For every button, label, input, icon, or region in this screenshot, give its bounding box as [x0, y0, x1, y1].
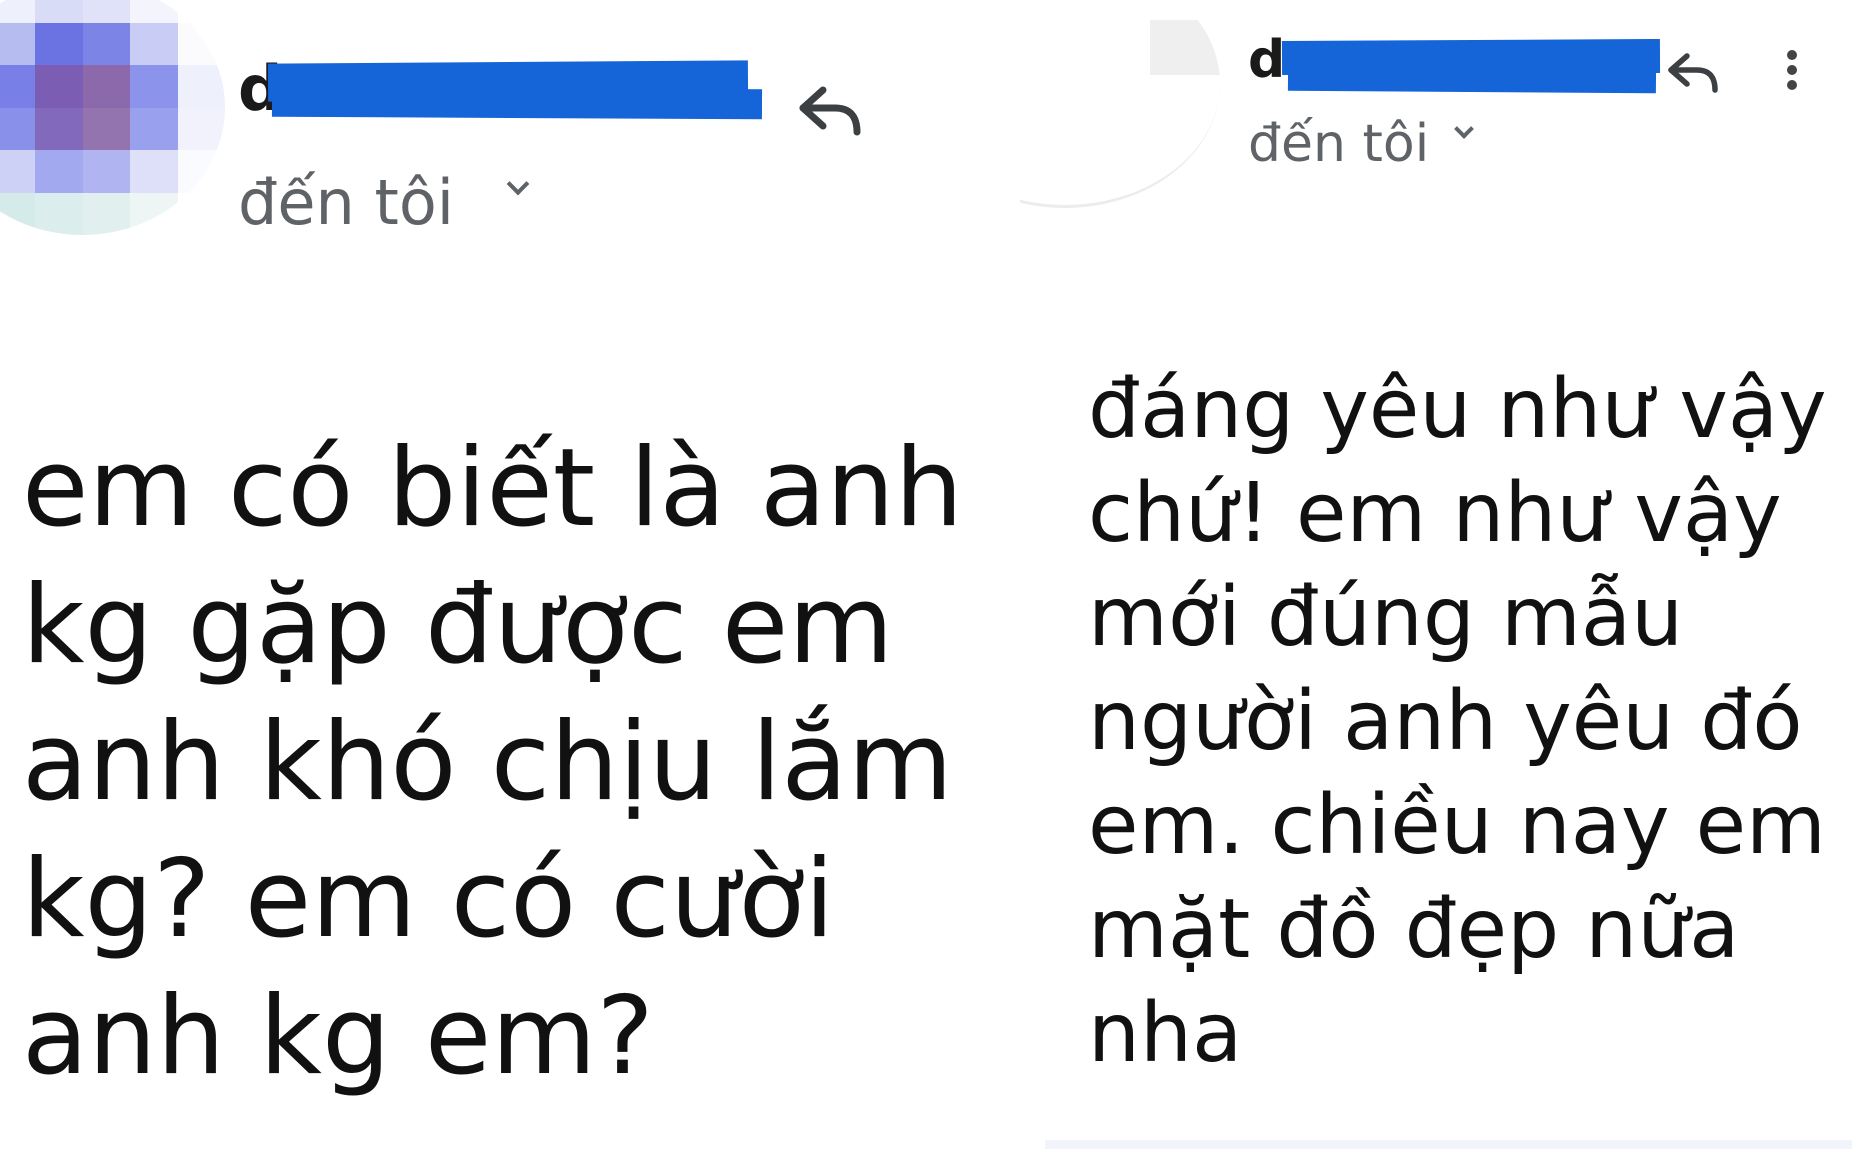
avatar-pixel	[0, 22, 35, 65]
avatar-pixel	[82, 192, 130, 235]
avatar-pixel	[130, 192, 178, 235]
message-line: kg gặp được em	[22, 563, 894, 688]
avatar-pixel	[130, 107, 178, 150]
chevron-down-icon[interactable]	[506, 172, 530, 196]
email-panel-left: d đến tôi em có biết là anh kg gặp được …	[0, 0, 1020, 1149]
message-line: anh khó chịu lắm	[22, 700, 953, 825]
avatar-pixel	[0, 150, 35, 193]
message-line: em. chiều nay em	[1088, 778, 1826, 873]
avatar-pixel	[35, 65, 83, 108]
message-line: người anh yêu đó	[1088, 674, 1803, 769]
avatar-pixel	[82, 0, 130, 23]
avatar-fragment	[1150, 20, 1220, 75]
avatar-pixel	[82, 65, 130, 108]
avatar-pixel	[0, 107, 35, 150]
avatar-pixel	[82, 22, 130, 65]
avatar-pixel	[130, 0, 178, 23]
message-line: em có biết là anh	[22, 426, 964, 551]
message-line: đáng yêu như vậy	[1088, 362, 1827, 457]
sender-avatar[interactable]	[0, 0, 225, 235]
avatar-pixel	[35, 0, 83, 23]
message-line: nha	[1088, 986, 1243, 1081]
avatar-pixel	[0, 65, 35, 108]
redaction-mark	[271, 86, 763, 120]
avatar-pixel	[0, 192, 35, 235]
message-line: chứ! em như vậy	[1088, 466, 1782, 561]
avatar-pixel	[0, 0, 35, 23]
message-line: mặt đồ đẹp nữa	[1088, 882, 1740, 977]
avatar-pixel	[177, 107, 225, 150]
message-line: kg? em có cười	[22, 837, 835, 962]
chevron-down-icon[interactable]	[1454, 119, 1474, 139]
recipient-label: đến tôi	[238, 166, 454, 239]
sender-avatar[interactable]	[1020, 0, 1220, 208]
avatar-pixel	[177, 150, 225, 193]
email-panel-right: d đến tôi đáng yêu như vậy chứ! em như v…	[1020, 0, 1852, 1149]
avatar-pixel	[35, 107, 83, 150]
reply-arrow-icon[interactable]	[795, 80, 865, 140]
sender-name: d	[1248, 30, 1286, 90]
avatar-pixel	[35, 192, 83, 235]
avatar-pixel	[177, 22, 225, 65]
divider	[1045, 1140, 1852, 1149]
avatar-pixel	[82, 107, 130, 150]
avatar-pixel	[35, 150, 83, 193]
message-body: đáng yêu như vậy chứ! em như vậy mới đún…	[1088, 358, 1827, 1086]
avatar-pixel	[177, 65, 225, 108]
redaction-mark	[1287, 58, 1657, 94]
reply-arrow-icon[interactable]	[1665, 48, 1721, 96]
more-vert-icon[interactable]	[1786, 50, 1798, 96]
message-line: anh kg em?	[22, 974, 654, 1099]
avatar-pixel	[82, 150, 130, 193]
avatar-pixel	[177, 0, 225, 23]
avatar-pixel	[177, 192, 225, 235]
recipient-label: đến tôi	[1248, 114, 1430, 174]
message-body: em có biết là anh kg gặp được em anh khó…	[22, 420, 963, 1105]
avatar-pixel	[130, 65, 178, 108]
avatar-pixel	[130, 22, 178, 65]
avatar-pixel	[130, 150, 178, 193]
message-line: mới đúng mẫu	[1088, 570, 1684, 665]
avatar-pixel	[35, 22, 83, 65]
